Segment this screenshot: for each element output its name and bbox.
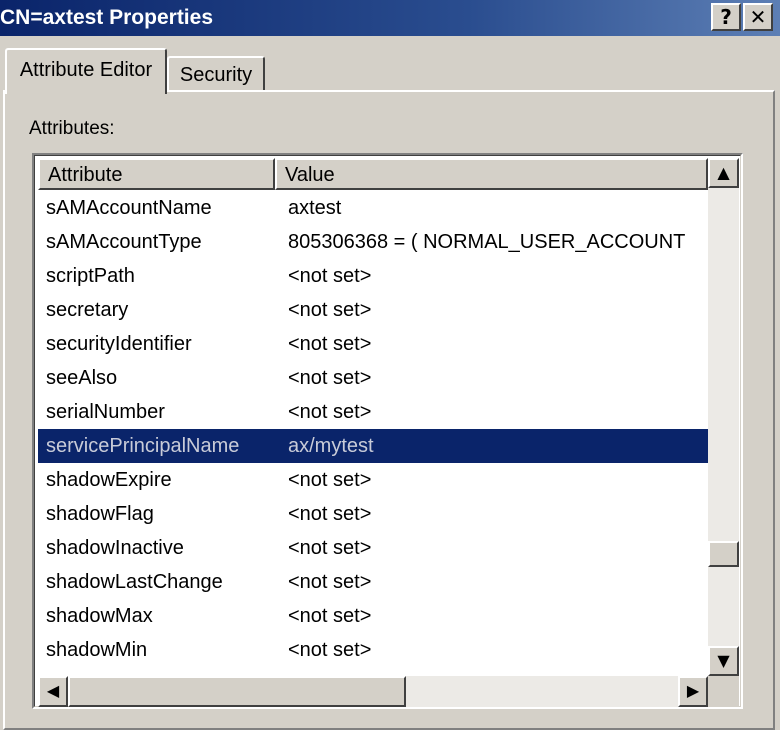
attribute-value-cell: ax/mytest — [288, 435, 374, 457]
tab-attribute-editor[interactable]: Attribute Editor — [5, 48, 167, 94]
table-row[interactable]: seeAlso <not set> — [38, 361, 708, 395]
table-row[interactable]: serialNumber <not set> — [38, 395, 708, 429]
attribute-name-cell: shadowExpire — [46, 469, 172, 491]
attribute-name-cell: serialNumber — [46, 401, 165, 423]
table-row[interactable]: servicePrincipalName ax/mytest — [38, 429, 708, 463]
table-row[interactable]: scriptPath <not set> — [38, 259, 708, 293]
attribute-value-cell: <not set> — [288, 469, 372, 491]
list-header: Attribute Value — [38, 158, 708, 190]
attribute-name-cell: securityIdentifier — [46, 333, 192, 355]
table-row[interactable]: sAMAccountName axtest — [38, 191, 708, 225]
attribute-value-cell: 805306368 = ( NORMAL_USER_ACCOUNT — [288, 231, 686, 253]
attribute-name-cell: scriptPath — [46, 265, 135, 287]
attribute-value-cell: <not set> — [288, 503, 372, 525]
attributes-label: Attributes: — [29, 118, 115, 139]
attribute-name-cell: sAMAccountType — [46, 231, 202, 253]
attribute-name-cell: seeAlso — [46, 367, 118, 389]
attribute-value-cell: <not set> — [288, 401, 372, 423]
table-row[interactable]: securityIdentifier <not set> — [38, 327, 708, 361]
attribute-name-cell: secretary — [46, 299, 129, 321]
attribute-value-cell: <not set> — [288, 333, 372, 355]
tab-security[interactable]: Security — [167, 56, 265, 92]
vertical-scrollbar[interactable]: ▲ ▼ — [708, 158, 739, 676]
window-title: CN=axtest Properties — [0, 6, 214, 29]
scroll-down-icon[interactable]: ▼ — [708, 646, 739, 676]
table-row[interactable]: shadowExpire <not set> — [38, 463, 708, 497]
attribute-value-cell: <not set> — [288, 367, 372, 389]
attribute-value-cell: axtest — [288, 197, 342, 219]
attribute-name-cell: sAMAccountName — [46, 197, 212, 219]
attribute-name-cell: shadowInactive — [46, 537, 184, 559]
list-rows: sAMAccountName axtest sAMAccountType 805306… — [38, 191, 708, 676]
attribute-name-cell: shadowMax — [46, 605, 153, 627]
table-row[interactable]: shadowMin <not set> — [38, 633, 708, 667]
table-row[interactable]: shadowInactive <not set> — [38, 531, 708, 565]
help-button[interactable]: ? — [711, 3, 741, 31]
attribute-name-cell: shadowMin — [46, 639, 148, 661]
scroll-up-icon[interactable]: ▲ — [708, 158, 739, 188]
attribute-name-cell: shadowLastChange — [46, 571, 223, 593]
attribute-value-cell: <not set> — [288, 605, 372, 627]
vertical-scroll-thumb[interactable] — [708, 541, 739, 567]
table-row[interactable]: sAMAccountType 805306368 = ( NORMAL_USER_… — [38, 225, 708, 259]
table-row[interactable]: secretary <not set> — [38, 293, 708, 327]
attribute-value-cell: <not set> — [288, 571, 372, 593]
table-row[interactable]: shadowFlag <not set> — [38, 497, 708, 531]
scrollbar-corner — [708, 676, 739, 707]
horizontal-scroll-thumb[interactable] — [68, 676, 406, 707]
table-row[interactable]: shadowLastChange <not set> — [38, 565, 708, 599]
attribute-name-cell: shadowFlag — [46, 503, 154, 525]
attribute-name-cell: servicePrincipalName — [46, 435, 240, 457]
scroll-left-icon[interactable]: ◀ — [38, 676, 68, 707]
attribute-value-cell: <not set> — [288, 537, 372, 559]
title-bar: CN=axtest Properties ? ✕ — [0, 0, 780, 36]
attribute-value-cell: <not set> — [288, 299, 372, 321]
table-row[interactable]: shadowMax <not set> — [38, 599, 708, 633]
column-header-attribute[interactable]: Attribute — [38, 158, 275, 190]
horizontal-scrollbar[interactable]: ◀ ▶ — [38, 676, 708, 707]
scroll-right-icon[interactable]: ▶ — [678, 676, 708, 707]
column-header-value[interactable]: Value — [275, 158, 708, 190]
attributes-list[interactable]: Attribute Value sAMAccountName axtest sAMA… — [32, 153, 743, 709]
attribute-value-cell: <not set> — [288, 639, 372, 661]
close-button[interactable]: ✕ — [743, 3, 773, 31]
attribute-value-cell: <not set> — [288, 265, 372, 287]
